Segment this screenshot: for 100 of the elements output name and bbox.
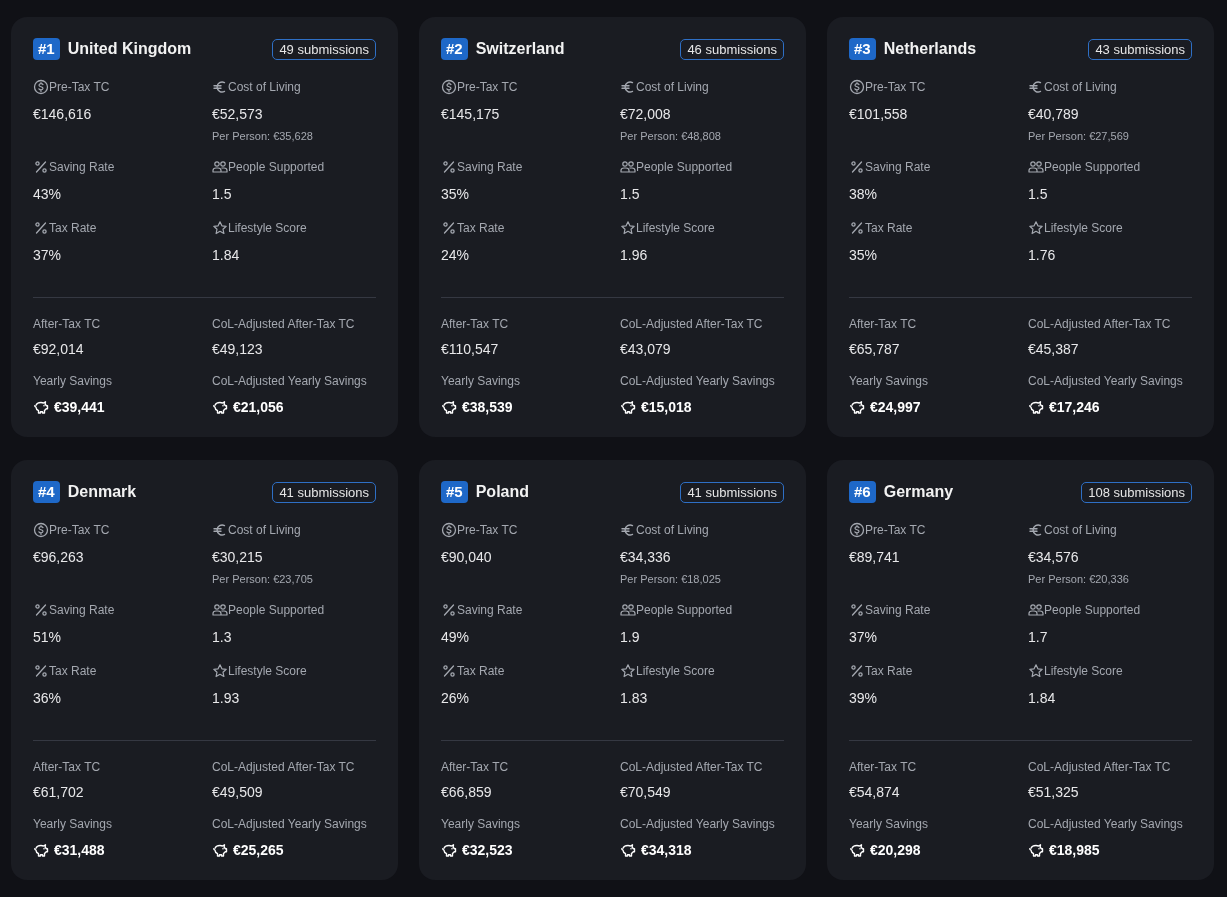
metric-value: €90,040 (441, 548, 493, 567)
summary-label: Yearly Savings (33, 816, 113, 833)
metric-value: 39% (849, 689, 879, 708)
star-icon (620, 663, 636, 679)
piggy-bank-icon (1028, 399, 1044, 415)
summary-label: CoL-Adjusted After-Tax TC (620, 316, 764, 333)
summary-value: €54,874 (849, 783, 900, 802)
summary-label: Yearly Savings (849, 816, 929, 833)
metric-label: People Supported (1044, 603, 1141, 617)
metric-value: 37% (33, 246, 63, 265)
percent-icon (849, 663, 865, 679)
metric-label: Pre-Tax TC (457, 80, 518, 94)
metric-label: Tax Rate (865, 221, 913, 235)
per-person-note: Per Person: €20,336 (1028, 572, 1130, 586)
summary-value: €61,702 (33, 783, 84, 802)
dollar-icon (441, 522, 457, 538)
metric-label: Cost of Living (1044, 80, 1117, 94)
summary-label: Yearly Savings (849, 373, 929, 390)
metric-label: Pre-Tax TC (865, 523, 926, 537)
rank-badge: #1 (33, 38, 60, 60)
savings-value: €20,298 (870, 841, 921, 860)
savings-value: €34,318 (641, 841, 692, 860)
metric-label: Pre-Tax TC (457, 523, 518, 537)
piggy-bank-icon (33, 842, 49, 858)
metric-label: Tax Rate (865, 664, 913, 678)
metric-label: Pre-Tax TC (865, 80, 926, 94)
summary-label: After-Tax TC (33, 759, 102, 776)
metric-value: €34,336 (620, 548, 672, 567)
dollar-icon (849, 522, 865, 538)
rank-badge: #6 (849, 481, 876, 503)
metric-label: People Supported (1044, 160, 1141, 174)
rank-badge: #4 (33, 481, 60, 503)
savings-value: €24,997 (870, 398, 921, 417)
per-person-note: Per Person: €18,025 (620, 572, 722, 586)
metric-value: 26% (441, 689, 471, 708)
star-icon (212, 220, 228, 236)
metric-value: 1.3 (212, 628, 233, 647)
metric-value: 37% (849, 628, 879, 647)
percent-icon (441, 220, 457, 236)
percent-icon (33, 663, 49, 679)
savings-value: €17,246 (1049, 398, 1100, 417)
metric-value: €72,008 (620, 105, 672, 124)
submissions-badge: 46 submissions (680, 38, 784, 60)
summary-label: CoL-Adjusted Yearly Savings (1028, 816, 1184, 833)
metric-value: 49% (441, 628, 471, 647)
summary-value: €43,079 (620, 340, 671, 359)
submissions-badge: 41 submissions (680, 481, 784, 503)
metric-label: Cost of Living (636, 523, 709, 537)
star-icon (212, 663, 228, 679)
metric-value: 35% (441, 185, 471, 204)
people-icon (1028, 159, 1044, 175)
savings-value: €15,018 (641, 398, 692, 417)
savings-value: €32,523 (462, 841, 513, 860)
submissions-badge: 49 submissions (272, 38, 376, 60)
metric-value: 1.5 (212, 185, 233, 204)
summary-label: Yearly Savings (33, 373, 113, 390)
summary-value: €92,014 (33, 340, 84, 359)
piggy-bank-icon (441, 842, 457, 858)
star-icon (1028, 220, 1044, 236)
metric-value: 1.93 (212, 689, 241, 708)
country-name: United Kingdom (67, 40, 193, 58)
metric-label: Saving Rate (865, 603, 931, 617)
rank-badge: #5 (441, 481, 468, 503)
dollar-icon (33, 79, 49, 95)
metric-label: Lifestyle Score (1044, 664, 1123, 678)
metric-value: €101,558 (849, 105, 909, 124)
per-person-note: Per Person: €35,628 (212, 129, 314, 143)
summary-label: CoL-Adjusted After-Tax TC (1028, 759, 1172, 776)
summary-value: €51,325 (1028, 783, 1079, 802)
metric-label: Lifestyle Score (228, 221, 307, 235)
summary-label: CoL-Adjusted Yearly Savings (212, 816, 368, 833)
metric-value: €40,789 (1028, 105, 1080, 124)
metric-label: Saving Rate (49, 160, 115, 174)
savings-value: €25,265 (233, 841, 284, 860)
summary-value: €49,509 (212, 783, 263, 802)
star-icon (1028, 663, 1044, 679)
per-person-note: Per Person: €23,705 (212, 572, 314, 586)
country-name: Germany (883, 483, 955, 501)
metric-value: 35% (849, 246, 879, 265)
savings-value: €18,985 (1049, 841, 1100, 860)
people-icon (620, 159, 636, 175)
savings-value: €21,056 (233, 398, 284, 417)
metric-label: Tax Rate (49, 221, 97, 235)
percent-icon (33, 220, 49, 236)
euro-icon (212, 522, 228, 538)
euro-icon (212, 79, 228, 95)
submissions-badge: 43 submissions (1088, 38, 1192, 60)
submissions-badge: 41 submissions (272, 481, 376, 503)
metric-value: 38% (849, 185, 879, 204)
summary-value: €66,859 (441, 783, 492, 802)
summary-label: After-Tax TC (441, 759, 510, 776)
per-person-note: Per Person: €27,569 (1028, 129, 1130, 143)
summary-label: After-Tax TC (849, 759, 918, 776)
piggy-bank-icon (849, 842, 865, 858)
summary-label: Yearly Savings (441, 373, 521, 390)
metric-label: Saving Rate (865, 160, 931, 174)
summary-label: CoL-Adjusted After-Tax TC (1028, 316, 1172, 333)
summary-value: €65,787 (849, 340, 900, 359)
summary-value: €49,123 (212, 340, 263, 359)
percent-icon (33, 159, 49, 175)
